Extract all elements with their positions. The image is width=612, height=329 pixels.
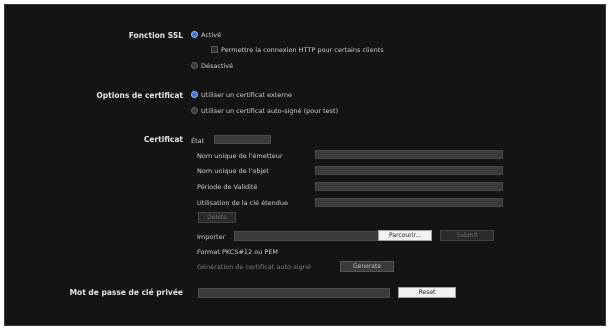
format-note: Format PKCS#12 ou PEM [197, 248, 279, 256]
validity-value [315, 182, 503, 191]
certificate-label: Certificat [143, 135, 183, 144]
state-value [214, 135, 271, 144]
generate-button[interactable]: Generate [340, 261, 394, 272]
ssl-label: Fonction SSL [128, 31, 183, 40]
issuer-value [315, 150, 503, 159]
generate-label: Génération de certificat auto-signé [197, 263, 311, 271]
self-signed-radio[interactable] [191, 107, 198, 114]
submit-button[interactable]: Submit [440, 230, 494, 241]
subject-value [315, 166, 503, 175]
ssl-settings-panel: Fonction SSL Activé Permettre la connexi… [4, 4, 606, 326]
self-signed-label: Utiliser un certificat auto-signé (pour … [201, 107, 339, 115]
private-key-input[interactable] [198, 288, 390, 298]
import-file-input[interactable] [234, 231, 380, 241]
cert-options-label: Options de certificat [96, 91, 183, 100]
browse-button[interactable]: Parcourir... [378, 230, 432, 241]
ssl-inactive-radio[interactable] [191, 62, 198, 69]
subject-label: Nom unique de l'objet [197, 167, 269, 175]
external-cert-radio[interactable] [191, 91, 198, 98]
validity-label: Période de Validité [197, 183, 258, 191]
ssl-inactive-label: Désactivé [201, 62, 234, 70]
private-key-label: Mot de passe de clé privée [69, 288, 183, 297]
ssl-active-radio[interactable] [191, 31, 198, 38]
allow-http-label: Permettre la connexion HTTP pour certain… [221, 46, 384, 54]
state-label: État [191, 137, 205, 145]
issuer-label: Nom unique de l'émetteur [197, 152, 283, 160]
delete-button[interactable]: Delete [198, 212, 236, 223]
allow-http-checkbox[interactable] [211, 46, 218, 53]
ssl-active-label: Activé [201, 31, 222, 39]
reset-button[interactable]: Reset [398, 287, 456, 298]
key-usage-label: Utilisation de la clé étendue [197, 199, 289, 207]
external-cert-label: Utiliser un certificat externe [201, 91, 292, 99]
import-label: Importer [197, 233, 226, 241]
key-usage-value [315, 198, 503, 207]
